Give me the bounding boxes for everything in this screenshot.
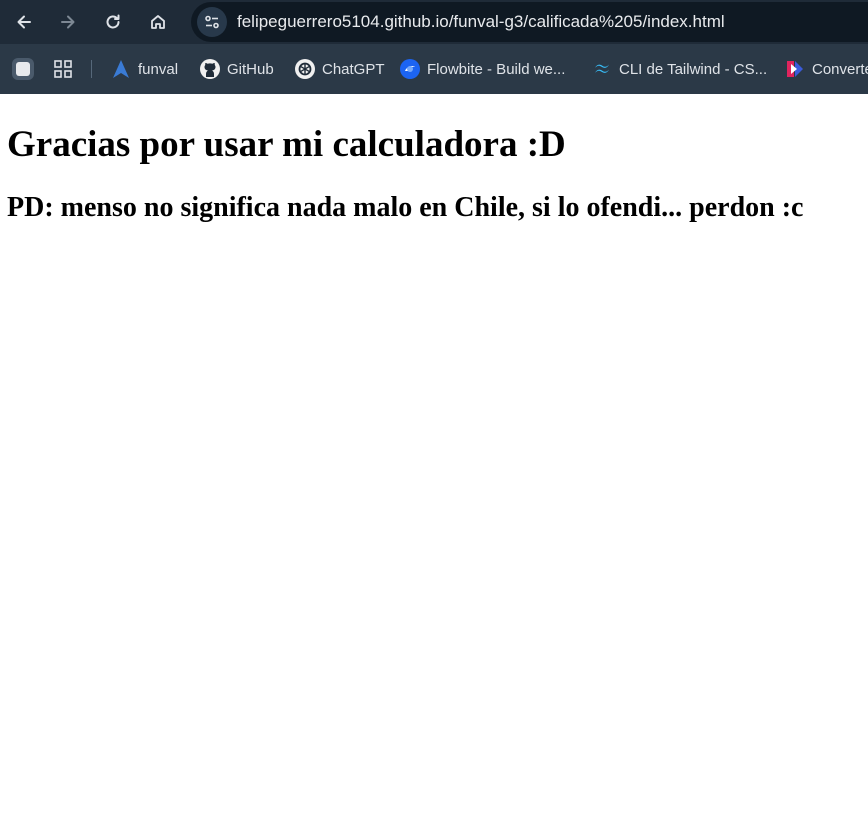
bookmark-converter[interactable]: Converte: [784, 57, 868, 81]
tailwind-icon: [591, 58, 613, 80]
url-text[interactable]: felipeguerrero5104.github.io/funval-g3/c…: [237, 12, 725, 32]
apps-grid-icon[interactable]: [52, 58, 74, 80]
address-bar[interactable]: felipeguerrero5104.github.io/funval-g3/c…: [191, 2, 868, 42]
browser-toolbar: felipeguerrero5104.github.io/funval-g3/c…: [0, 0, 868, 44]
bookmark-flowbite[interactable]: Flowbite - Build we...: [399, 57, 565, 81]
home-icon: [151, 15, 165, 29]
bookmark-tailwind[interactable]: CLI de Tailwind - CS...: [591, 57, 767, 81]
bookmark-funval[interactable]: funval: [110, 57, 178, 81]
bookmark-label: GitHub: [227, 60, 274, 78]
bookmark-github[interactable]: GitHub: [199, 57, 274, 81]
tune-icon: [205, 15, 219, 29]
page-subtitle: PD: menso no significa nada malo en Chil…: [7, 192, 804, 223]
forward-button[interactable]: [52, 6, 84, 38]
converter-icon: [784, 58, 806, 80]
bookmark-label: ChatGPT: [322, 60, 385, 78]
bookmarks-bar: funval GitHub ChatGPT Flowbite - Build w…: [0, 44, 868, 94]
bookmark-label: Converte: [812, 60, 868, 78]
flowbite-icon: [399, 58, 421, 80]
bookmark-label: CLI de Tailwind - CS...: [619, 60, 768, 78]
funval-logo-icon: [110, 58, 132, 80]
bookmark-label: funval: [138, 60, 179, 78]
site-info-button[interactable]: [197, 7, 227, 37]
chatgpt-icon: [294, 58, 316, 80]
bookmark-label: Flowbite - Build we...: [427, 60, 566, 78]
bookmarks-divider: [91, 60, 92, 78]
github-icon: [199, 58, 221, 80]
page-content: Gracias por usar mi calculadora :D PD: m…: [0, 94, 868, 224]
home-button[interactable]: [142, 6, 174, 38]
arrow-left-icon: [17, 15, 31, 29]
tab-search-button[interactable]: [12, 58, 34, 80]
tab-search-icon: [16, 62, 30, 76]
arrow-right-icon: [61, 15, 75, 29]
reload-icon: [106, 14, 120, 29]
bookmark-chatgpt[interactable]: ChatGPT: [294, 57, 385, 81]
back-button[interactable]: [8, 6, 40, 38]
reload-button[interactable]: [97, 6, 129, 38]
page-title: Gracias por usar mi calculadora :D: [7, 124, 566, 165]
